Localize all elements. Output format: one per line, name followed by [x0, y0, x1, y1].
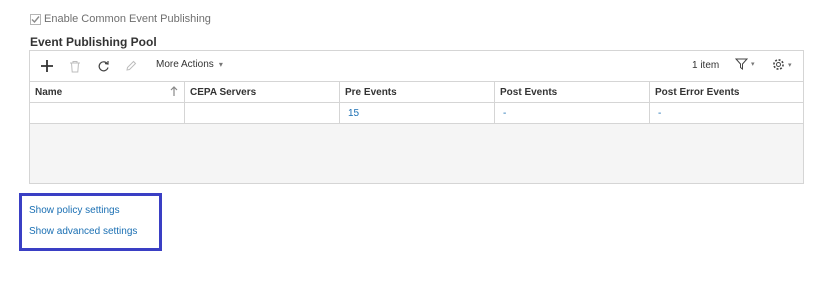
cell-pre-events[interactable]: 15 [340, 103, 495, 123]
chevron-down-icon: ▾ [218, 60, 223, 69]
enable-publishing-row[interactable]: Enable Common Event Publishing [30, 13, 211, 25]
gear-icon [773, 59, 784, 70]
trash-icon[interactable] [66, 57, 84, 75]
cell-post-events[interactable]: - [495, 103, 650, 123]
enable-publishing-label: Enable Common Event Publishing [44, 13, 211, 25]
show-policy-settings-link[interactable]: Show policy settings [29, 205, 120, 216]
event-publishing-pool-grid: More Actions ▾ 1 item ▾ ▾ Name CEPA Serv… [29, 50, 804, 184]
enable-publishing-checkbox[interactable] [30, 13, 41, 25]
column-header-name[interactable]: Name [30, 82, 185, 102]
cell-name [30, 103, 185, 123]
grid-toolbar: More Actions ▾ 1 item ▾ ▾ [30, 51, 803, 82]
column-header-post-error-events[interactable]: Post Error Events [650, 82, 803, 102]
settings-button[interactable]: ▾ [772, 58, 792, 71]
table-row[interactable]: 15 - - [30, 103, 803, 124]
column-header-pre-events[interactable]: Pre Events [340, 82, 495, 102]
cell-post-error-events[interactable]: - [650, 103, 803, 123]
filter-icon [735, 58, 748, 70]
chevron-down-icon: ▾ [788, 61, 792, 69]
column-header-post-events[interactable]: Post Events [495, 82, 650, 102]
pencil-icon[interactable] [122, 57, 140, 75]
pool-title: Event Publishing Pool [30, 35, 157, 49]
column-header-cepa-servers[interactable]: CEPA Servers [185, 82, 340, 102]
more-actions-button[interactable]: More Actions ▾ [156, 59, 223, 70]
settings-links-highlight: Show policy settings Show advanced setti… [19, 193, 162, 251]
more-actions-label: More Actions [156, 59, 214, 70]
table-header: Name CEPA Servers Pre Events Post Events… [30, 82, 803, 103]
cell-cepa-servers [185, 103, 340, 123]
item-count: 1 item [692, 60, 720, 71]
show-advanced-settings-link[interactable]: Show advanced settings [29, 226, 137, 237]
plus-icon[interactable] [38, 57, 56, 75]
sort-up-icon[interactable] [170, 86, 178, 97]
filter-button[interactable]: ▾ [735, 58, 755, 70]
refresh-icon[interactable] [94, 57, 112, 75]
chevron-down-icon: ▾ [751, 61, 755, 68]
